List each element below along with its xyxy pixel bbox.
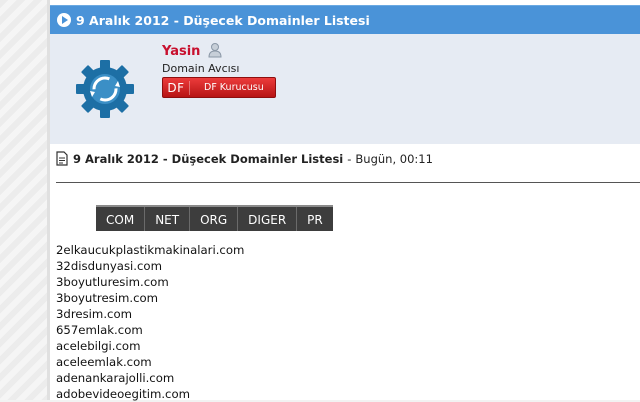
domain-list: 2elkaucukplastikmakinalari.com 32disduny…: [56, 242, 244, 402]
arrow-bullet-icon: [57, 13, 71, 27]
list-item: 3dresim.com: [56, 307, 132, 321]
post-title: 9 Aralık 2012 - Düşecek Domainler Listes…: [73, 151, 344, 166]
post-divider: [56, 182, 640, 183]
tab-diger[interactable]: DIGER: [238, 207, 298, 231]
list-item: acelebilgi.com: [56, 339, 141, 353]
rank-badge-abbr: DF: [163, 80, 190, 95]
rank-badge-label: DF Kurucusu: [204, 82, 264, 93]
domain-extension-tabs: COM NET ORG DIGER PR: [96, 205, 333, 231]
post-title-separator: -: [347, 151, 352, 166]
list-item: adenankarajolli.com: [56, 371, 175, 385]
tab-org[interactable]: ORG: [190, 207, 239, 231]
thread-title-bar: 9 Aralık 2012 - Düşecek Domainler Listes…: [50, 5, 640, 34]
tab-net[interactable]: NET: [145, 207, 191, 231]
user-offline-icon: [208, 43, 222, 58]
thread-title[interactable]: 9 Aralık 2012 - Düşecek Domainler Listes…: [76, 13, 370, 28]
forum-post: 9 Aralık 2012 - Düşecek Domainler Listes…: [50, 0, 640, 402]
document-icon: [56, 151, 68, 166]
post-date: Bugün, 00:11: [355, 151, 433, 166]
avatar[interactable]: [74, 58, 136, 120]
list-item: 657emlak.com: [56, 323, 143, 337]
user-title: Domain Avcısı: [162, 62, 240, 75]
username[interactable]: Yasin: [162, 44, 200, 59]
list-item: 3boyutluresim.com: [56, 275, 169, 289]
post-header: 9 Aralık 2012 - Düşecek Domainler Listes…: [56, 151, 433, 166]
rank-badge: DF DF Kurucusu: [162, 77, 276, 98]
tab-pr[interactable]: PR: [297, 207, 333, 231]
list-item: aceleemlak.com: [56, 355, 152, 369]
user-info-panel: Yasin Domain Avcısı DF DF Kurucusu: [50, 34, 640, 144]
list-item: 3boyutresim.com: [56, 291, 159, 305]
list-item: 32disdunyasi.com: [56, 259, 162, 273]
tab-com[interactable]: COM: [96, 207, 146, 231]
list-item: 2elkaucukplastikmakinalari.com: [56, 243, 245, 257]
left-sidebar-rail: [0, 0, 50, 400]
